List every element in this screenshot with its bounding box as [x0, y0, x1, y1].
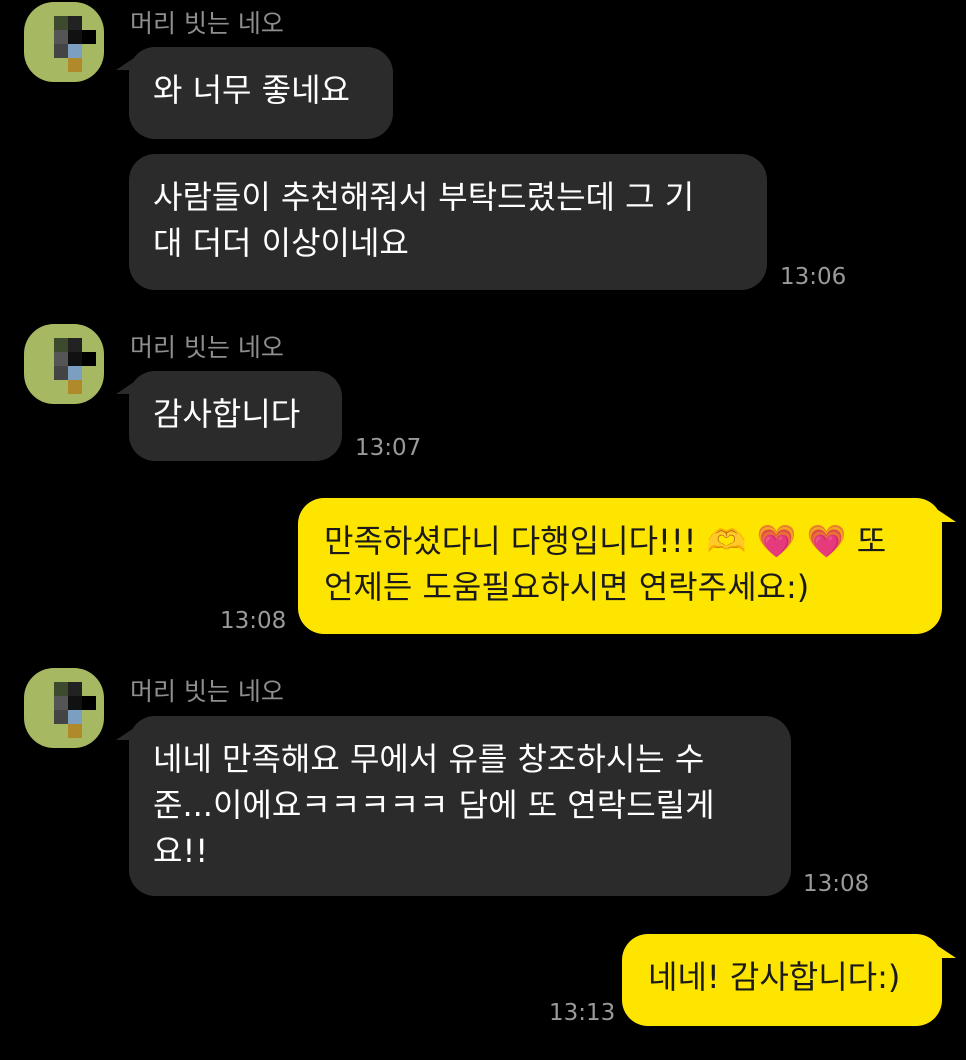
sender-name: 머리 빗는 네오: [130, 333, 284, 362]
message-text: 요!!: [153, 832, 209, 870]
message-text: 언제든 도움필요하시면 연락주세요:): [324, 568, 810, 606]
message-text: 와 너무 좋네요: [153, 71, 350, 109]
message-time: 13:06: [780, 264, 847, 290]
message-text: 만족하셨다니 다행입니다!!! 🫶 💗 💗 또: [324, 522, 887, 560]
message-time: 13:08: [220, 608, 287, 634]
sender-name: 머리 빗는 네오: [130, 677, 284, 706]
message-bubble-outgoing[interactable]: 네네! 감사합니다:): [622, 934, 942, 1026]
sender-name: 머리 빗는 네오: [130, 9, 284, 38]
avatar[interactable]: [24, 2, 104, 82]
message-bubble[interactable]: 네네 만족해요 무에서 유를 창조하시는 수 준...이에요ㅋㅋㅋㅋㅋ 담에 또…: [129, 716, 791, 896]
bubble-tail: [938, 510, 956, 522]
message-bubble[interactable]: 감사합니다: [129, 371, 342, 461]
message-text: 감사합니다: [153, 395, 301, 433]
message-time: 13:08: [803, 871, 870, 897]
message-bubble[interactable]: 와 너무 좋네요: [129, 47, 393, 139]
message-bubble[interactable]: 사람들이 추천해줘서 부탁드렸는데 그 기 대 더더 이상이네요: [129, 154, 767, 290]
message-time: 13:07: [355, 435, 422, 461]
message-text: 네네 만족해요 무에서 유를 창조하시는 수: [153, 740, 705, 778]
message-text: 네네! 감사합니다:): [648, 958, 901, 996]
avatar[interactable]: [24, 324, 104, 404]
message-bubble-outgoing[interactable]: 만족하셨다니 다행입니다!!! 🫶 💗 💗 또 언제든 도움필요하시면 연락주세…: [298, 498, 942, 634]
message-text: 준...이에요ㅋㅋㅋㅋㅋ 담에 또 연락드릴게: [153, 786, 715, 824]
message-text: 사람들이 추천해줘서 부탁드렸는데 그 기: [153, 178, 695, 216]
avatar[interactable]: [24, 668, 104, 748]
bubble-tail: [938, 946, 956, 958]
message-text: 대 더더 이상이네요: [153, 224, 409, 262]
message-time: 13:13: [549, 1000, 616, 1026]
